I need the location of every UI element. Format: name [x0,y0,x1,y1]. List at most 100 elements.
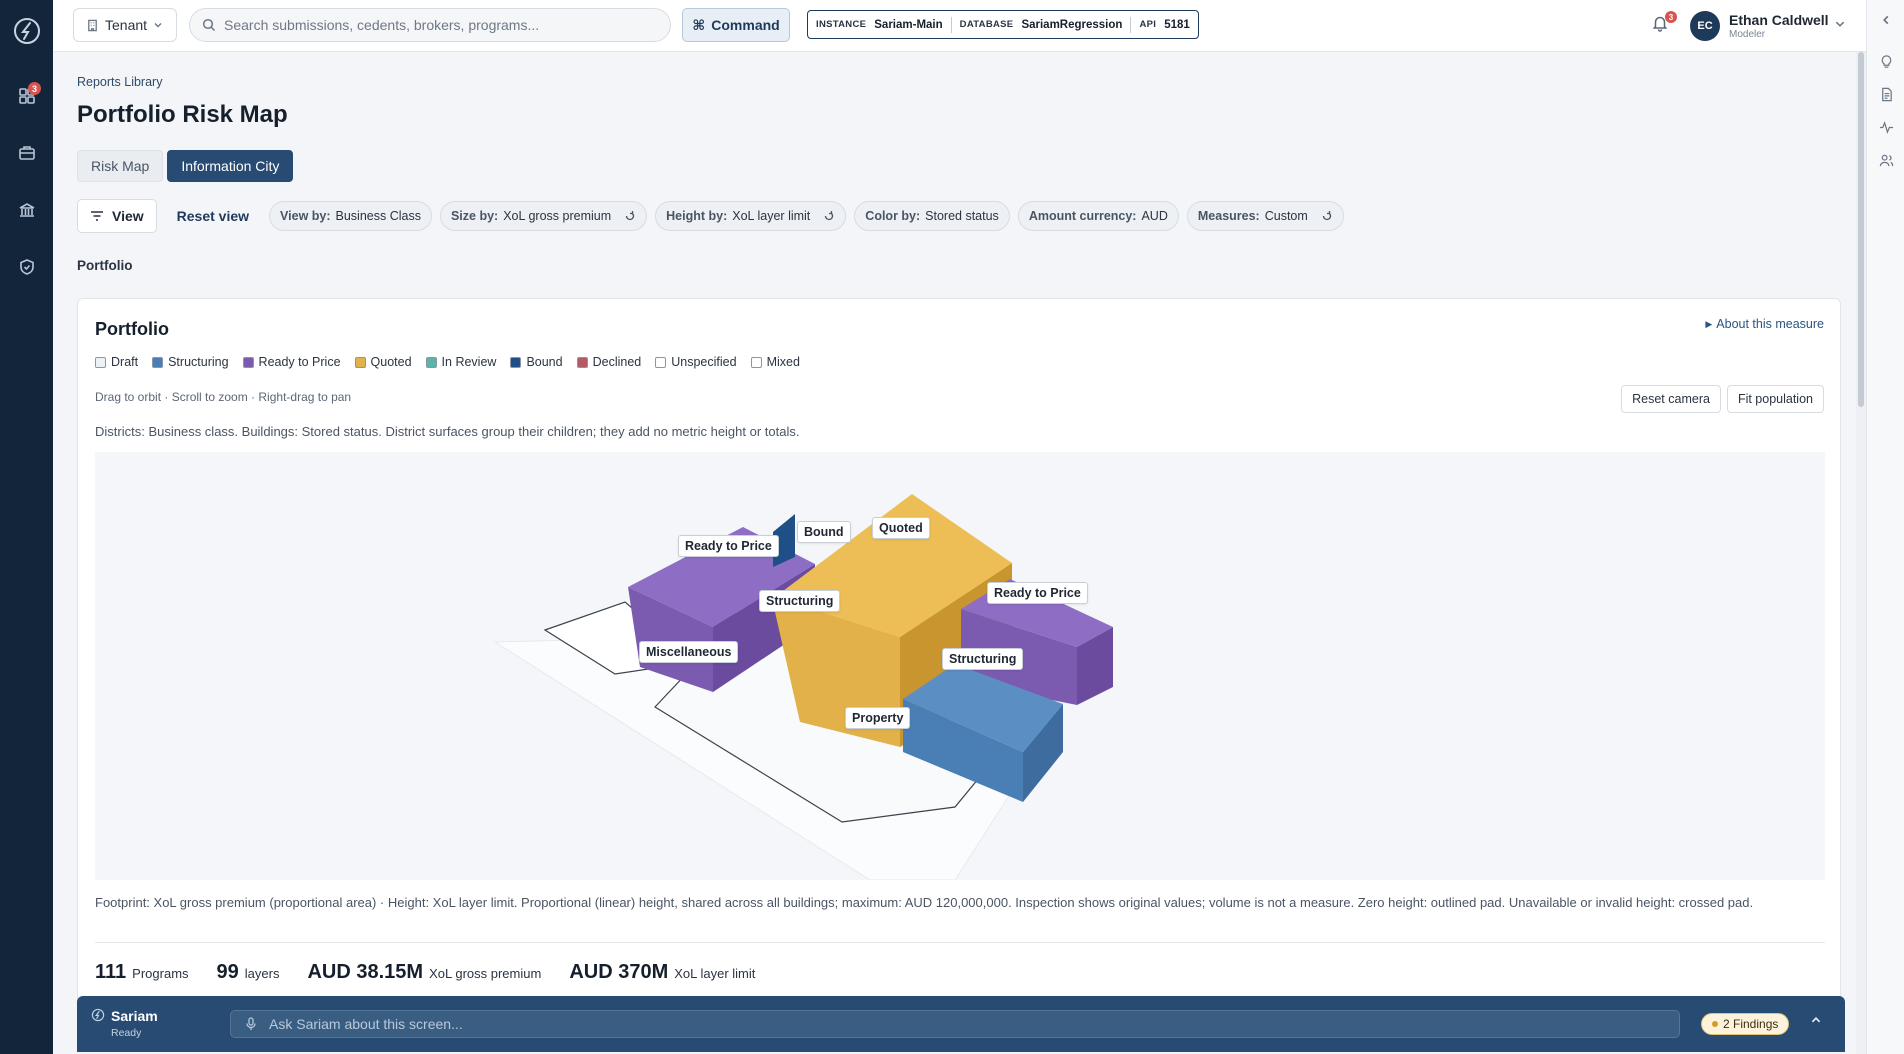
bank-icon[interactable] [11,194,43,226]
legend-swatch [242,356,254,368]
stat-value: 99 [216,961,239,983]
legend-label: Declined [592,355,642,369]
page-title: Portfolio Risk Map [77,101,288,128]
size-by-chip[interactable]: Size by: XoL gross premium [439,201,648,231]
view-button-label: View [112,208,144,224]
legend-swatch [425,356,437,368]
reset-icon[interactable] [624,210,636,222]
view-button[interactable]: View [77,199,157,233]
findings-badge[interactable]: 2 Findings [1701,1013,1790,1035]
reset-icon[interactable] [823,210,835,222]
user-menu-chevron-icon[interactable] [1834,18,1846,33]
information-city-canvas[interactable]: Ready to Price Bound Quoted Structuring … [95,452,1825,880]
color-by-chip[interactable]: Color by: Stored status [854,201,1010,231]
measures-chip[interactable]: Measures: Custom [1186,201,1344,231]
label-structuring-center[interactable]: Structuring [759,590,841,612]
section-label: Portfolio [77,258,133,273]
scrollbar-thumb[interactable] [1858,52,1864,407]
lightbulb-icon[interactable] [1876,51,1896,71]
label-property[interactable]: Property [845,707,911,729]
reset-icon[interactable] [1321,210,1333,222]
legend-label: Draft [111,355,139,369]
districts-description: Districts: Business class. Buildings: St… [95,424,800,439]
stat-layers: 99 layers [217,961,280,984]
amount-currency-chip[interactable]: Amount currency: AUD [1017,201,1179,231]
tenant-selector[interactable]: Tenant [73,8,177,42]
legend-item: Draft [95,355,138,369]
label-bound[interactable]: Bound [797,521,851,543]
chip-value: Custom [1264,209,1308,223]
user-name[interactable]: Ethan Caldwell [1729,12,1829,28]
env-divider [950,16,952,33]
legend-swatch [95,356,106,368]
label-ready-to-price-right[interactable]: Ready to Price [987,582,1088,604]
label-structuring-right[interactable]: Structuring [942,648,1024,670]
measure-footnote: Footprint: XoL gross premium (proportion… [95,895,1754,910]
reset-camera-button[interactable]: Reset camera [1621,385,1721,413]
legend-swatch [510,356,522,368]
command-icon: ⌘ [692,16,706,33]
command-label: Command [711,17,780,33]
chip-key: Color by: [865,209,921,223]
assistant-prompt[interactable] [230,1010,1680,1038]
chip-key: Amount currency: [1028,209,1137,223]
findings-dot [1712,1021,1718,1027]
breadcrumb[interactable]: Reports Library [77,75,162,89]
assistant-name: Sariam [111,1008,158,1024]
tab-risk-map[interactable]: Risk Map [77,150,164,182]
legend-item: Mixed [750,355,800,369]
label-miscellaneous[interactable]: Miscellaneous [639,641,739,663]
search-input[interactable] [224,17,644,33]
users-icon[interactable] [1876,150,1896,170]
label-quoted[interactable]: Quoted [872,517,930,539]
stat-label: XoL gross premium [429,966,542,981]
page-scrollbar[interactable] [1856,52,1866,1054]
stat-value: AUD 370M [569,961,669,983]
instance-value: Sariam-Main [874,18,943,31]
dashboard-icon[interactable]: 3 [11,80,43,112]
tab-information-city[interactable]: Information City [167,150,294,182]
stat-label: layers [244,966,280,981]
chevron-down-icon [154,23,162,28]
about-measure-link[interactable]: ▶ About this measure [1705,317,1824,331]
microphone-icon[interactable] [245,1017,257,1031]
legend-item: Structuring [152,355,229,369]
triangle-right-icon: ▶ [1705,318,1713,329]
global-search[interactable] [189,8,671,42]
stat-programs: 111 Programs [95,961,189,984]
collapse-chevron-left-icon[interactable] [1876,10,1896,30]
view-by-chip[interactable]: View by: Business Class [269,201,432,231]
camera-hint: Drag to orbit · Scroll to zoom · Right-d… [95,390,352,404]
shield-icon[interactable] [11,251,43,283]
command-button[interactable]: ⌘ Command [682,8,790,42]
stat-layer-limit: AUD 370M XoL layer limit [569,961,755,984]
about-measure-label: About this measure [1716,317,1824,331]
notifications-bell-icon[interactable]: 3 [1651,11,1677,34]
chip-value: Stored status [925,209,999,223]
stat-gross-premium: AUD 38.15M XoL gross premium [307,961,541,984]
legend-item: Unspecified [655,355,737,369]
environment-badge: INSTANCE Sariam-Main DATABASE SariamRegr… [807,10,1199,39]
height-by-chip[interactable]: Height by: XoL layer limit [655,201,847,231]
legend-item: Ready to Price [242,355,341,369]
legend-item: Quoted [354,355,412,369]
right-tool-rail [1866,0,1904,1054]
reset-view-button[interactable]: Reset view [165,208,261,224]
env-divider [1130,16,1132,33]
view-toolbar: View Reset view View by: Business Class … [77,199,1344,233]
stat-label: XoL layer limit [674,966,756,981]
chip-key: Size by: [450,209,499,223]
briefcase-icon[interactable] [11,137,43,169]
document-icon[interactable] [1876,84,1896,104]
fit-population-button[interactable]: Fit population [1726,385,1824,413]
filter-icon [91,211,103,221]
search-icon [202,18,216,32]
label-ready-to-price-left[interactable]: Ready to Price [678,535,779,557]
activity-icon[interactable] [1876,117,1896,137]
app-logo-icon[interactable] [8,12,45,49]
chip-value: Business Class [335,209,421,223]
expand-chevron-up-icon[interactable] [1810,1014,1822,1029]
assistant-input[interactable] [269,1016,1649,1032]
user-avatar[interactable]: EC [1690,11,1720,41]
legend-swatch [576,356,588,368]
